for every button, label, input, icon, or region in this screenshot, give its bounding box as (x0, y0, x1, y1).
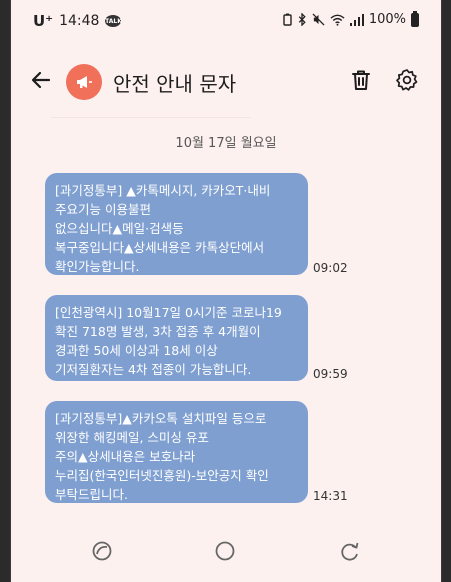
message-line: [과기정통부] ▲카톡메시지, 카카오T·내비 (55, 183, 271, 198)
wifi-icon (330, 14, 345, 26)
message-line: [인천광역시] 10월17일 0시기준 코로나19 (55, 305, 282, 320)
battery-saver-icon (283, 13, 292, 26)
message-line: 주요기능 이용불편 (55, 202, 151, 217)
message-time: 09:02 (313, 261, 348, 275)
message-bubble-3[interactable]: [과기정통부]▲카카오톡 설치파일 등으로 위장한 해킹메일, 스미싱 유포 주… (45, 401, 308, 503)
conversation-header: 안전 안내 문자 (11, 52, 441, 112)
mute-icon (312, 13, 325, 26)
message-line: 주의▲상세내용은 보호나라 (55, 449, 196, 464)
message-bubble-2[interactable]: [인천광역시] 10월17일 0시기준 코로나19 확진 718명 발생, 3차… (45, 295, 308, 381)
message-time: 14:31 (313, 489, 348, 503)
battery-percent: 100% (368, 12, 406, 27)
back-arrow-icon[interactable] (29, 68, 53, 92)
message-line: 복구중입니다▲상세내용은 카톡상단에서 (55, 240, 265, 255)
kakaotalk-notification-icon: TALK (105, 15, 122, 27)
status-time: 14:48 (59, 13, 100, 29)
navigation-bar (11, 528, 441, 574)
back-rotate-icon[interactable] (339, 540, 361, 562)
message-time: 09:59 (313, 367, 348, 381)
date-separator: 10월 17일 월요일 (175, 136, 277, 151)
signal-icon (349, 13, 364, 26)
avatar[interactable] (66, 64, 102, 100)
bluetooth-icon (298, 13, 306, 26)
status-bar: U⁺ 14:48 TALK 100% (11, 0, 441, 38)
carrier-label: U⁺ (33, 12, 54, 30)
message-line: 없으십니다▲메일·검색등 (55, 221, 184, 236)
message-line: 부탁드립니다. (55, 487, 128, 502)
message-line: 확진 718명 발생, 3차 접종 후 4개월이 (55, 324, 261, 339)
home-icon[interactable] (214, 540, 236, 562)
battery-icon (411, 10, 419, 27)
recent-apps-icon[interactable] (91, 540, 113, 562)
message-line: 기저질환자는 4차 접종이 가능합니다. (55, 362, 252, 377)
phone-screen: U⁺ 14:48 TALK 100% 안전 안내 문자 10월 17일 월요일 … (10, 0, 442, 582)
message-line: 경과한 50세 이상과 18세 이상 (55, 343, 218, 358)
megaphone-icon (77, 76, 92, 88)
message-line: 확인가능합니다. (55, 259, 140, 274)
gear-icon[interactable] (395, 68, 419, 92)
header-divider (51, 117, 251, 118)
trash-icon[interactable] (349, 68, 373, 92)
message-line: 누리집(한국인터넷진흥원)-보안공지 확인 (55, 468, 269, 483)
message-bubble-1[interactable]: [과기정통부] ▲카톡메시지, 카카오T·내비 주요기능 이용불편 없으십니다▲… (45, 173, 308, 275)
message-line: [과기정통부]▲카카오톡 설치파일 등으로 (55, 411, 267, 426)
message-line: 위장한 해킹메일, 스미싱 유포 (55, 430, 209, 445)
page-title: 안전 안내 문자 (113, 72, 237, 96)
